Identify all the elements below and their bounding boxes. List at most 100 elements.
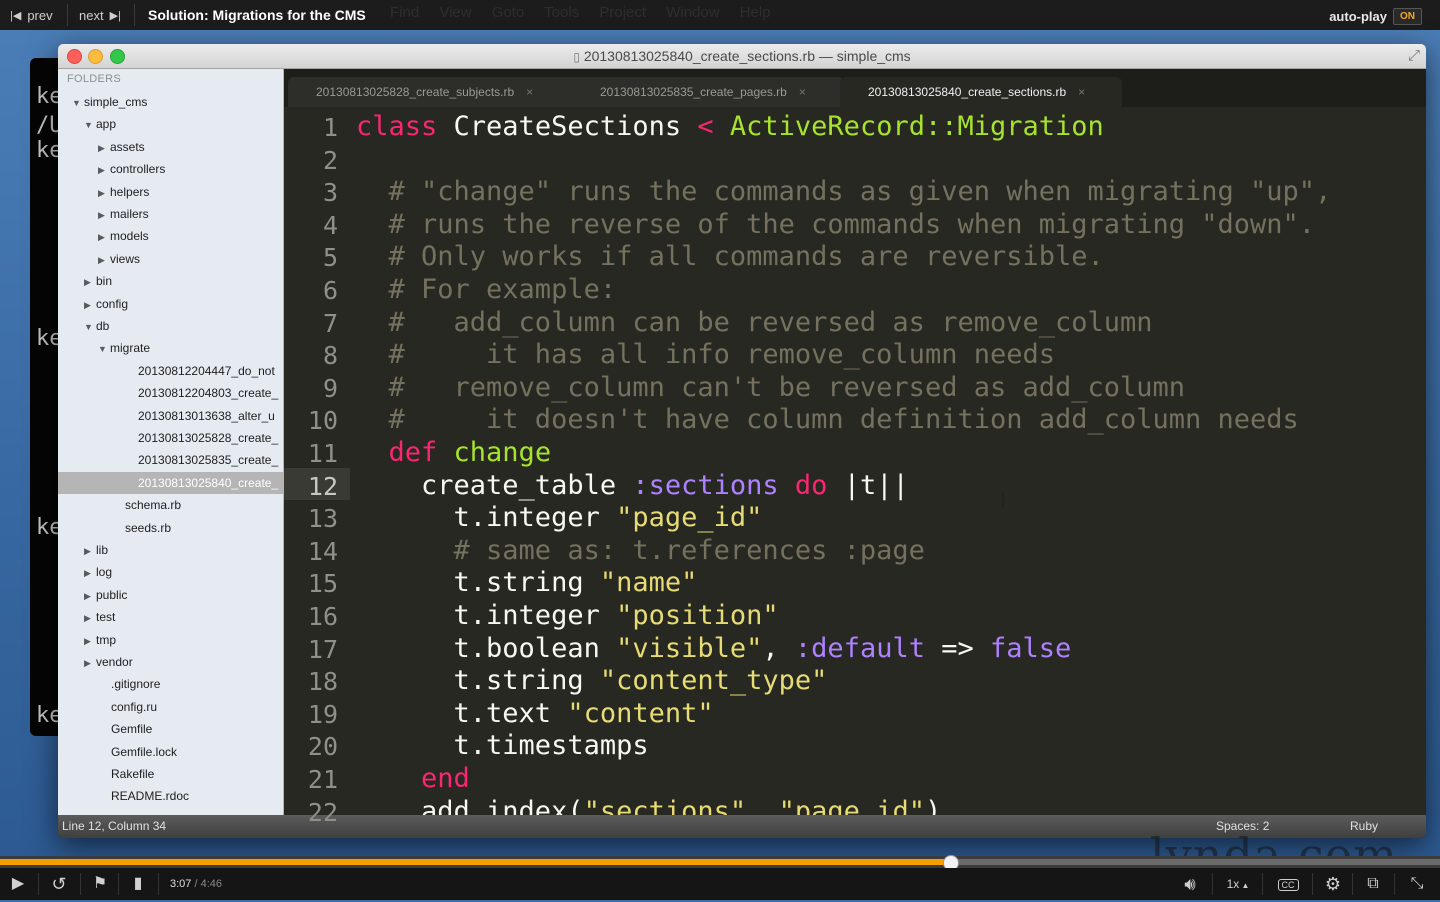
sidebar-item[interactable]: ▶ assets [98,136,145,158]
code-token: end [356,763,470,794]
volume-icon[interactable]: 🔊︎ [1176,868,1204,900]
progress-bar[interactable] [0,855,1440,871]
sidebar-item[interactable]: 20130813025840_create_ [58,471,283,494]
settings-gear-icon[interactable]: ⚙ [1320,868,1346,900]
sidebar-item[interactable]: config.ru [99,696,157,718]
sidebar-item-label: 20130813025835_create_ [138,453,279,468]
code-token: class [356,111,438,142]
replay-10-icon[interactable]: ↺ [46,868,72,900]
code-token: t.text [356,697,568,729]
sidebar-item-label: 20130812204447_do_not [138,363,275,378]
disclosure-closed-icon: ▶ [84,635,91,646]
tab-create-subjects[interactable]: 20130813025828_create_subjects.rb × [288,77,580,107]
disclosure-closed-icon: ▶ [98,142,105,153]
sidebar-item[interactable]: ▼ simple_cms [72,91,147,113]
sidebar-item-label: assets [110,139,145,154]
code-token: "page_id" [778,795,925,815]
sidebar-item[interactable]: ▶ views [98,248,140,270]
autoplay-toggle[interactable]: auto-play ON [1329,6,1422,26]
code-token: "visible" [616,632,763,664]
tab-create-pages[interactable]: 20130813025835_create_pages.rb × [572,77,844,107]
sidebar-item[interactable]: ▶ models [98,225,149,247]
close-tab-icon[interactable]: × [1078,85,1085,99]
sidebar-item[interactable]: Gemfile [99,718,152,740]
skip-forward-icon: ▶| [109,9,121,22]
line-number: 7 [322,308,338,338]
code-line: class CreateSections < ActiveRecord::Mig… [356,111,1104,142]
line-number: 16 [307,602,338,631]
popout-icon[interactable]: ⧉ [1360,868,1386,900]
code-line: t.boolean "visible", :default => false [356,632,1072,664]
speed-label: 1x [1226,877,1240,891]
code-line: # it has all info remove_column needs [356,339,1055,370]
sidebar-item-label: Rakefile [111,767,155,781]
code-token: t.integer [356,600,617,631]
code-area[interactable]: class CreateSections < ActiveRecord::Mig… [350,107,1426,815]
video-title: Solution: Migrations for the CMS [148,7,366,23]
line-number: 14 [307,536,338,566]
sidebar-item[interactable]: 20130813013638_alter_u [126,405,275,427]
sidebar-item[interactable]: ▼ migrate [98,337,150,359]
sidebar-item[interactable]: ▶ vendor [84,651,133,673]
sidebar-item-label: schema.rb [125,498,182,513]
next-button[interactable]: next ▶| [79,0,121,30]
sidebar-item[interactable]: ▼ db [84,315,109,337]
disclosure-closed-icon: ▶ [98,165,105,176]
sidebar-item[interactable]: ▶ tmp [84,629,116,651]
code-line: # it doesn't have column definition add_… [356,404,1299,435]
sidebar-item[interactable]: ▶ public [84,584,127,606]
playback-speed-button[interactable]: 1x ▲ [1222,868,1254,900]
closed-captions-button[interactable]: CC [1274,868,1302,900]
sidebar-item[interactable]: Rakefile [99,763,154,785]
close-tab-icon[interactable]: × [799,85,806,99]
sidebar-item[interactable]: ▶ log [84,561,112,583]
prev-button[interactable]: |◀ prev [10,0,53,30]
sidebar-item[interactable]: 20130812204803_create_ [126,382,278,404]
code-token: ActiveRecord::Migration [713,111,1104,142]
sidebar-item-label: controllers [110,162,166,177]
sidebar-item[interactable]: Gemfile.lock [99,741,177,763]
sidebar-item-label: 20130813025828_create_ [138,431,279,445]
code-line: t.integer "position" [356,600,779,631]
bookmark-add-icon[interactable]: ⚑ [88,868,112,900]
close-tab-icon[interactable]: × [526,85,533,99]
code-token: def [356,437,438,468]
code-token: ) [924,795,942,815]
disclosure-open-icon: ▼ [84,120,93,131]
play-icon[interactable]: ▶ [6,868,30,900]
fullscreen-icon[interactable]: ⤢ [1408,47,1420,64]
sidebar-item[interactable]: ▶ helpers [98,181,149,203]
progress-fill [0,859,951,865]
sidebar-item[interactable]: 20130812204447_do_not [126,360,275,382]
code-line: t.integer "page_id" [356,502,763,533]
sidebar-item[interactable]: ▶ controllers [98,158,165,180]
sidebar-item-label: 20130813025840_create_ [138,475,279,490]
sidebar-item[interactable]: schema.rb [113,494,181,516]
sidebar-item[interactable]: ▼ app [84,113,116,135]
sidebar-item[interactable]: ▶ bin [84,270,112,292]
sidebar-item[interactable]: ▶ lib [84,539,108,561]
code-token: |t| [827,469,893,501]
code-line: # add_column can be reversed as remove_c… [356,307,1153,338]
sidebar-item[interactable]: .gitignore [99,673,160,695]
code-token: CreateSections [437,111,698,142]
sidebar-item[interactable]: ▶ mailers [98,203,149,225]
sidebar-item[interactable]: 20130813025828_create_ [126,427,278,449]
exit-fullscreen-icon[interactable]: ⤡ [1402,868,1432,900]
tab-create-sections[interactable]: 20130813025840_create_sections.rb × [840,77,1122,107]
sidebar-item[interactable]: README.rdoc [99,785,189,807]
playback-time: 3:07 / 4:46 [170,868,222,900]
sidebar-item-label: config.ru [111,699,158,714]
sidebar-item-label: Gemfile [111,722,153,737]
prev-label: prev [27,7,53,23]
sidebar-item[interactable]: ▶ config [84,293,128,315]
sidebar-item[interactable]: 20130813025835_create_ [126,449,278,471]
disclosure-closed-icon: ▶ [84,546,91,556]
sidebar-item-label: migrate [110,341,151,356]
line-number: 21 [307,765,338,794]
sidebar-item[interactable]: ▶ test [84,606,115,628]
bookmark-icon[interactable]: ▮ [126,868,150,900]
sidebar-item-label: .gitignore [111,677,161,692]
sidebar-item[interactable]: seeds.rb [113,517,171,539]
divider [38,873,39,895]
